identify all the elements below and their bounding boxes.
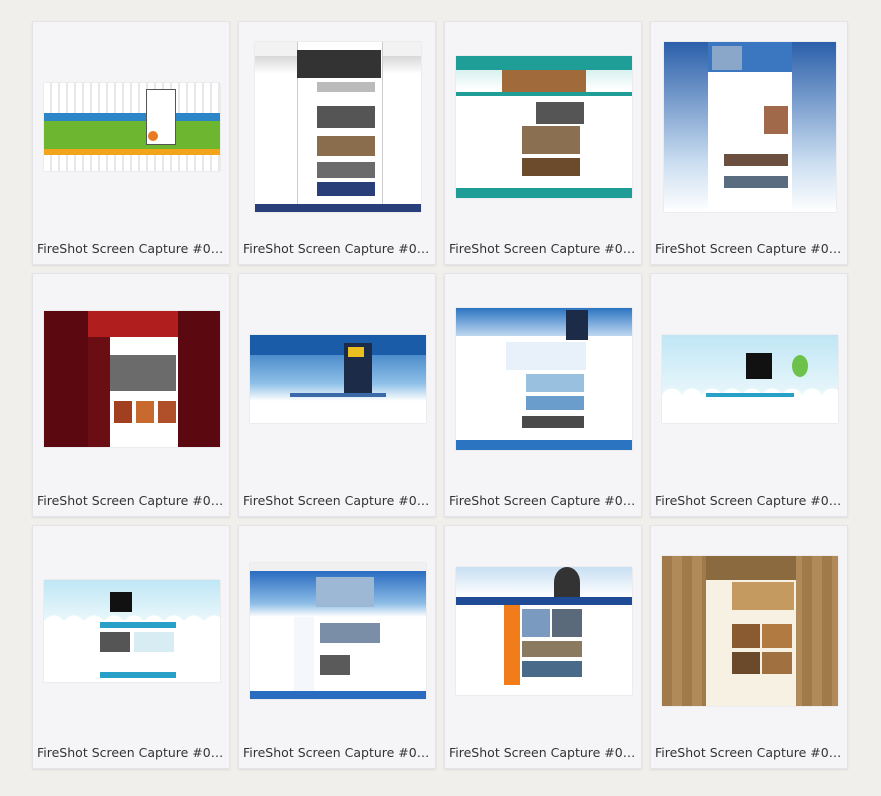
gallery-card[interactable]: FireShot Screen Capture #058 - 'Mak... (238, 21, 436, 265)
thumbnail-caption: FireShot Screen Capture #064 - 'Mak... (449, 493, 637, 508)
thumbnail-image[interactable] (44, 311, 220, 447)
screenshot-gallery: FireShot Screen Capture #052 - 'Mak... F… (32, 21, 848, 769)
thumbnail-caption: FireShot Screen Capture #066 - 'Mak... (37, 745, 225, 760)
thumbnail-image[interactable] (664, 42, 836, 212)
gallery-card[interactable]: FireShot Screen Capture #060 - 'Mak... (444, 21, 642, 265)
gallery-card[interactable]: FireShot Screen Capture #070 - 'Mak... (650, 525, 848, 769)
thumbnail-caption: FireShot Screen Capture #068 - 'Mak... (449, 745, 637, 760)
thumbnail-image[interactable] (456, 56, 632, 198)
thumbnail-image[interactable] (255, 42, 421, 212)
thumbnail-caption: FireShot Screen Capture #067 - 'Mak... (243, 745, 431, 760)
gallery-card[interactable]: FireShot Screen Capture #052 - 'Mak... (32, 21, 230, 265)
thumbnail-caption: FireShot Screen Capture #060 - 'Mak... (449, 241, 637, 256)
gallery-card[interactable]: FireShot Screen Capture #066 - 'Mak... (32, 525, 230, 769)
thumbnail-image[interactable] (456, 567, 632, 695)
gallery-card[interactable]: FireShot Screen Capture #063 - 'Mak... (238, 273, 436, 517)
thumbnail-image[interactable] (44, 580, 220, 682)
thumbnail-image[interactable] (662, 556, 838, 706)
thumbnail-image[interactable] (456, 308, 632, 450)
thumbnail-image[interactable] (44, 83, 220, 171)
thumbnail-caption: FireShot Screen Capture #065 - 'Mak... (655, 493, 843, 508)
gallery-card[interactable]: FireShot Screen Capture #065 - 'Mak... (650, 273, 848, 517)
thumbnail-caption: FireShot Screen Capture #052 - 'Mak... (37, 241, 225, 256)
thumbnail-caption: FireShot Screen Capture #062 - 'Mak... (37, 493, 225, 508)
thumbnail-caption: FireShot Screen Capture #061 - 'Mak... (655, 241, 843, 256)
gallery-card[interactable]: FireShot Screen Capture #061 - 'Mak... (650, 21, 848, 265)
thumbnail-caption: FireShot Screen Capture #070 - 'Mak... (655, 745, 843, 760)
thumbnail-image[interactable] (250, 335, 426, 423)
thumbnail-caption: FireShot Screen Capture #058 - 'Mak... (243, 241, 431, 256)
gallery-card[interactable]: FireShot Screen Capture #062 - 'Mak... (32, 273, 230, 517)
thumbnail-image[interactable] (250, 563, 426, 699)
gallery-card[interactable]: FireShot Screen Capture #067 - 'Mak... (238, 525, 436, 769)
gallery-card[interactable]: FireShot Screen Capture #068 - 'Mak... (444, 525, 642, 769)
thumbnail-caption: FireShot Screen Capture #063 - 'Mak... (243, 493, 431, 508)
thumbnail-image[interactable] (662, 335, 838, 423)
gallery-card[interactable]: FireShot Screen Capture #064 - 'Mak... (444, 273, 642, 517)
